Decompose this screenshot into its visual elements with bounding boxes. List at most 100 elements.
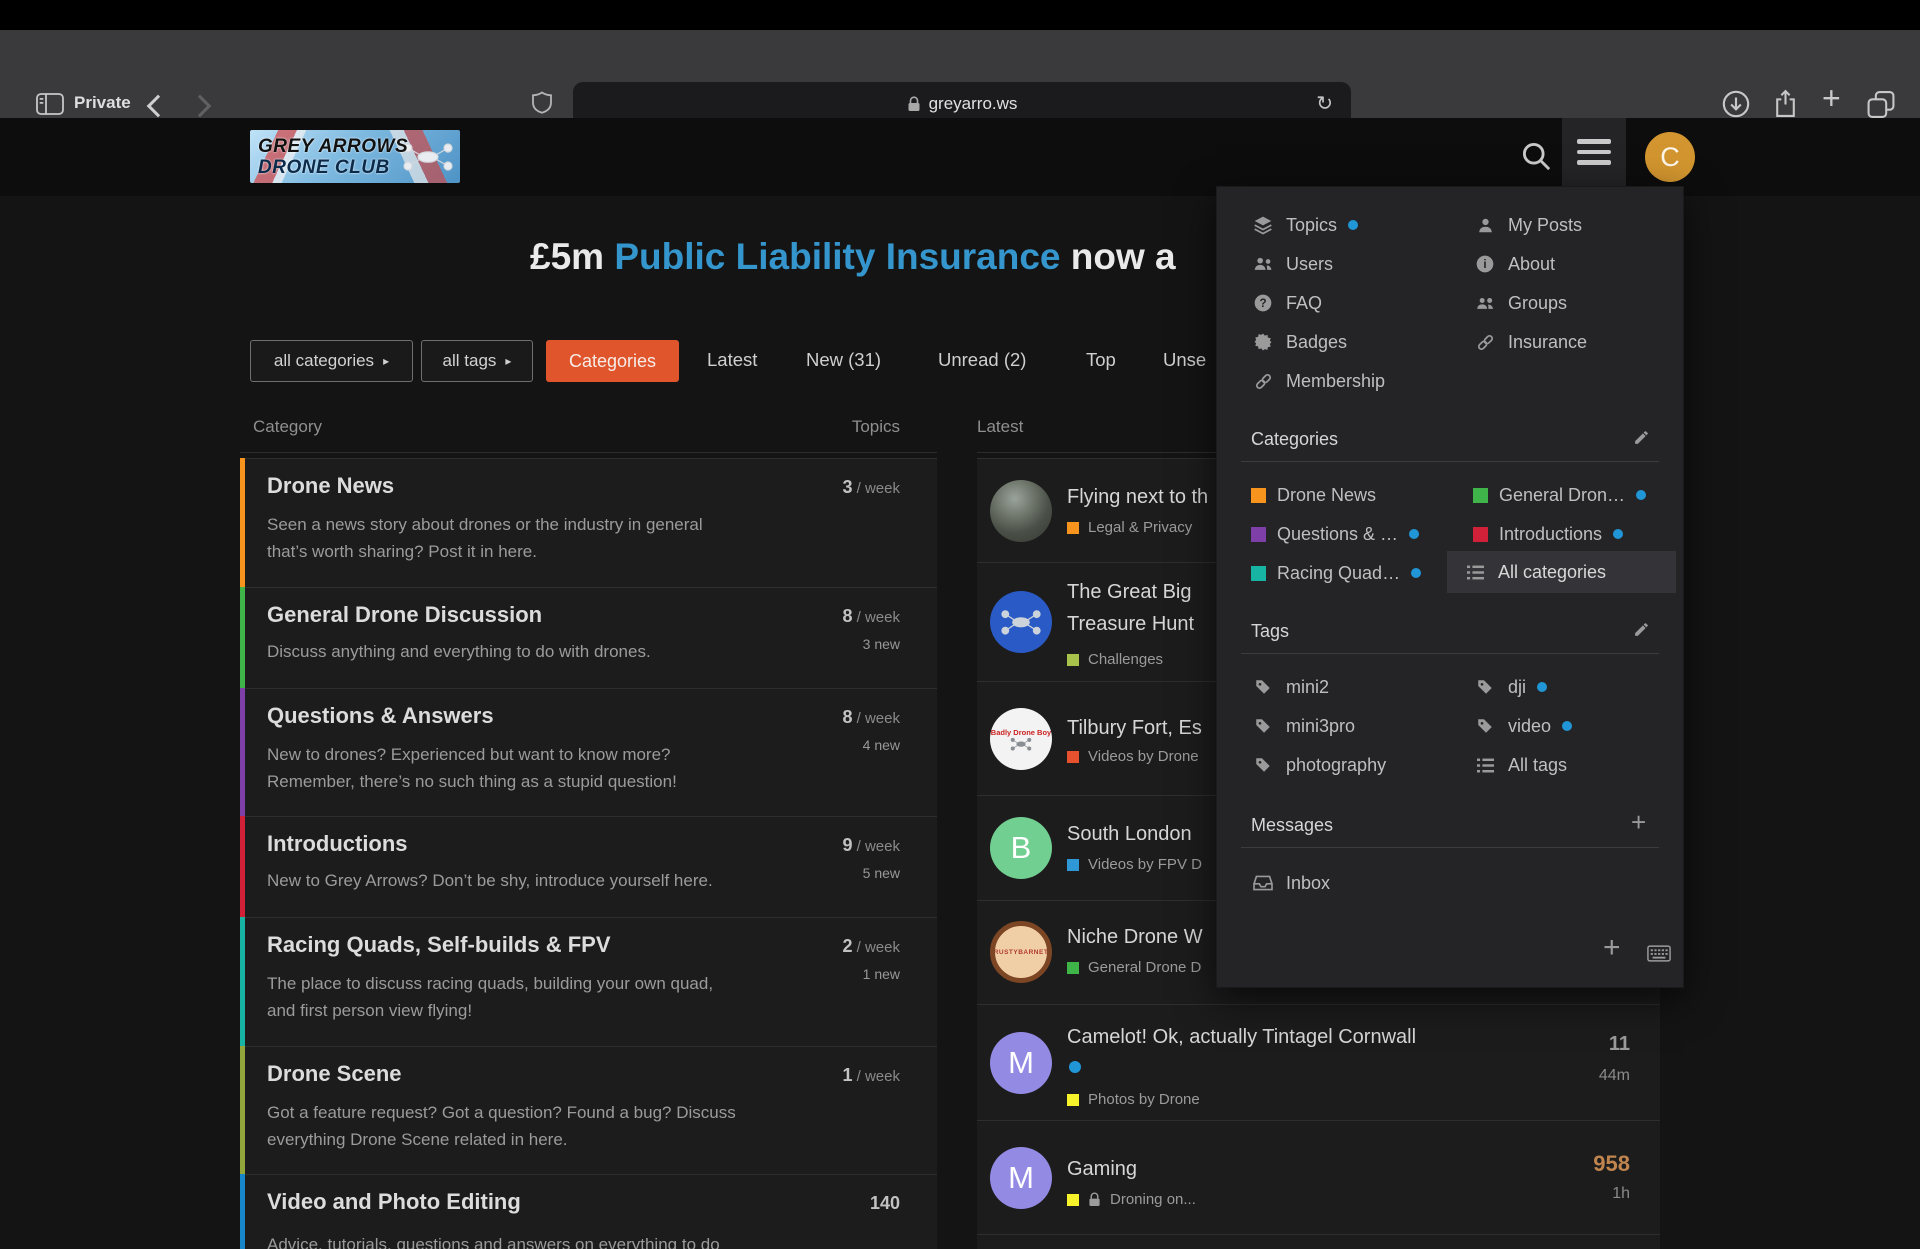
topic-avatar[interactable]: B	[990, 817, 1052, 879]
category-row[interactable]: Racing Quads, Self-builds & FPV The plac…	[240, 917, 937, 1046]
share-icon[interactable]	[1773, 89, 1798, 118]
topic-replies-count[interactable]: 958	[1593, 1151, 1630, 1177]
topics-count: 140	[870, 1193, 900, 1214]
edit-tags-pencil-icon[interactable]	[1633, 621, 1650, 638]
topic-category-badge[interactable]: Droning on...	[1067, 1191, 1196, 1208]
topic-category-badge[interactable]: General Drone D	[1067, 959, 1201, 976]
menu-item-about[interactable]: i About	[1473, 250, 1555, 278]
keyboard-shortcuts-icon[interactable]	[1647, 945, 1671, 962]
topic-replies-count[interactable]: 11	[1609, 1033, 1630, 1056]
menu-category-drone-news[interactable]: Drone News	[1251, 481, 1376, 509]
topic-title[interactable]: Tilbury Fort, Es	[1067, 712, 1202, 744]
topic-title[interactable]: Flying next to th	[1067, 481, 1208, 513]
category-title[interactable]: Drone Scene	[267, 1061, 402, 1087]
topic-category-badge[interactable]: Photos by Drone	[1067, 1091, 1200, 1108]
menu-item-topics[interactable]: Topics	[1251, 211, 1358, 239]
banner-highlight-link[interactable]: Public Liability Insurance	[614, 236, 1060, 277]
nav-tab-latest[interactable]: Latest	[707, 349, 757, 371]
menu-tag-mini3pro[interactable]: mini3pro	[1251, 712, 1355, 740]
category-row[interactable]: Video and Photo Editing Advice, tutorial…	[240, 1174, 937, 1249]
inbox-icon	[1251, 874, 1275, 892]
hamburger-menu-button[interactable]	[1562, 118, 1626, 186]
category-row[interactable]: Drone Scene Got a feature request? Got a…	[240, 1046, 937, 1174]
category-row[interactable]: Drone News Seen a news story about drone…	[240, 458, 937, 587]
menu-category-racing-quads[interactable]: Racing Quad…	[1251, 559, 1421, 587]
back-button-icon[interactable]	[147, 95, 170, 118]
nav-tab-new[interactable]: New (31)	[806, 349, 881, 371]
topic-avatar[interactable]	[990, 591, 1052, 653]
nav-tab-unseen[interactable]: Unse	[1163, 349, 1206, 371]
menu-item-users[interactable]: Users	[1251, 250, 1333, 278]
category-title[interactable]: Video and Photo Editing	[267, 1189, 521, 1215]
category-color-swatch	[1067, 1094, 1079, 1106]
menu-category-general-drone[interactable]: General Dron…	[1473, 481, 1646, 509]
menu-tag-video[interactable]: video	[1473, 712, 1572, 740]
category-row[interactable]: Introductions New to Grey Arrows? Don’t …	[240, 816, 937, 917]
topic-row[interactable]: M Gaming Droning on... 958 1h	[977, 1120, 1660, 1234]
tag-filter-dropdown[interactable]: all tags▸	[421, 340, 533, 382]
nav-tab-unread[interactable]: Unread (2)	[938, 349, 1026, 371]
topic-category-badge[interactable]: Videos by FPV D	[1067, 856, 1202, 873]
menu-category-questions[interactable]: Questions & …	[1251, 520, 1419, 548]
caret-right-icon: ▸	[505, 354, 511, 368]
menu-item-membership[interactable]: Membership	[1251, 367, 1385, 395]
menu-item-faq[interactable]: ? FAQ	[1251, 289, 1322, 317]
topic-avatar[interactable]: M	[990, 1032, 1052, 1094]
nav-tab-top[interactable]: Top	[1086, 349, 1116, 371]
user-avatar[interactable]: C	[1645, 132, 1695, 182]
topic-avatar[interactable]: M	[990, 1147, 1052, 1209]
menu-item-badges[interactable]: Badges	[1251, 328, 1347, 356]
category-title[interactable]: General Drone Discussion	[267, 602, 542, 628]
tag-icon	[1251, 756, 1275, 774]
sidebar-toggle-icon[interactable]	[36, 93, 64, 115]
topic-title[interactable]: Gaming	[1067, 1153, 1137, 1185]
topic-avatar[interactable]	[990, 480, 1052, 542]
search-icon[interactable]	[1520, 140, 1553, 173]
topic-category-badge[interactable]: Legal & Privacy	[1067, 519, 1192, 536]
menu-footer-plus-icon[interactable]: +	[1603, 931, 1621, 965]
category-title[interactable]: Introductions	[267, 831, 408, 857]
site-logo[interactable]: GREY ARROWS DRONE CLUB	[250, 130, 460, 183]
menu-tag-dji[interactable]: dji	[1473, 673, 1547, 701]
category-color-bar	[240, 688, 245, 816]
menu-category-introductions[interactable]: Introductions	[1473, 520, 1623, 548]
topic-row[interactable]: M Camelot! Ok, actually Tintagel Cornwal…	[977, 1004, 1660, 1120]
category-description: Discuss anything and everything to do wi…	[267, 638, 812, 665]
category-title[interactable]: Questions & Answers	[267, 703, 494, 729]
topic-title[interactable]: Niche Drone W	[1067, 921, 1203, 953]
topic-avatar[interactable]: Badly Drone Boy	[990, 708, 1052, 770]
forward-button-icon[interactable]	[189, 95, 212, 118]
topic-category-badge[interactable]: Challenges	[1067, 651, 1163, 668]
category-color-bar	[240, 1046, 245, 1174]
group-icon	[1473, 293, 1497, 313]
menu-item-inbox[interactable]: Inbox	[1251, 869, 1330, 897]
menu-item-my-posts[interactable]: My Posts	[1473, 211, 1582, 239]
menu-all-tags[interactable]: All tags	[1473, 751, 1567, 779]
logo-drone-image	[400, 140, 456, 174]
privacy-shield-icon[interactable]	[531, 91, 553, 116]
menu-all-categories[interactable]: All categories	[1447, 551, 1676, 593]
topic-title[interactable]: Camelot! Ok, actually Tintagel Cornwall	[1067, 1021, 1416, 1053]
category-row[interactable]: Questions & Answers New to drones? Exper…	[240, 688, 937, 816]
topic-title[interactable]: South London	[1067, 818, 1192, 850]
category-title[interactable]: Drone News	[267, 473, 394, 499]
new-message-plus-icon[interactable]: +	[1631, 807, 1646, 838]
category-description: New to Grey Arrows? Don’t be shy, introd…	[267, 867, 812, 894]
topic-category-badge[interactable]: Videos by Drone	[1067, 748, 1199, 765]
new-tab-icon[interactable]: +	[1822, 80, 1841, 117]
category-row[interactable]: General Drone Discussion Discuss anythin…	[240, 587, 937, 688]
downloads-icon[interactable]	[1722, 90, 1750, 118]
menu-item-insurance[interactable]: Insurance	[1473, 328, 1587, 356]
menu-item-groups[interactable]: Groups	[1473, 289, 1567, 317]
category-title[interactable]: Racing Quads, Self-builds & FPV	[267, 932, 611, 958]
link-icon	[1251, 371, 1275, 392]
reload-icon[interactable]: ↻	[1316, 91, 1333, 116]
topic-avatar[interactable]: RUSTYBARNET	[990, 921, 1052, 983]
tabs-overview-icon[interactable]	[1866, 90, 1896, 119]
topic-title[interactable]: The Great BigTreasure Hunt	[1067, 576, 1194, 640]
menu-tag-mini2[interactable]: mini2	[1251, 673, 1329, 701]
edit-categories-pencil-icon[interactable]	[1633, 429, 1650, 446]
nav-tab-categories[interactable]: Categories	[546, 340, 679, 382]
category-filter-dropdown[interactable]: all categories▸	[250, 340, 413, 382]
menu-tag-photography[interactable]: photography	[1251, 751, 1386, 779]
